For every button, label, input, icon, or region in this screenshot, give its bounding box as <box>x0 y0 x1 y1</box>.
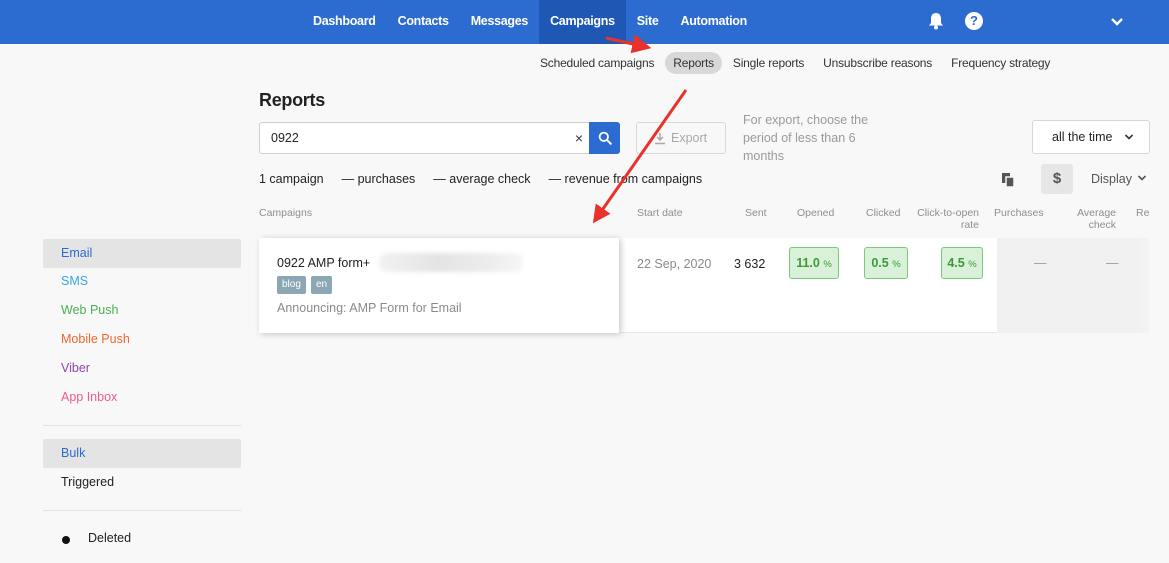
sub-navigation: Scheduled campaigns Reports Single repor… <box>532 52 1061 74</box>
summary-purchases: — purchases <box>341 172 416 186</box>
export-label: Export <box>671 131 708 145</box>
tag-blog: blog <box>277 276 306 294</box>
deleted-dot-icon <box>62 536 70 544</box>
average-check-line-2: check <box>1088 219 1116 231</box>
chevron-down-icon <box>1137 175 1147 181</box>
help-icon[interactable]: ? <box>965 12 983 30</box>
subnav-scheduled-campaigns[interactable]: Scheduled campaigns <box>532 52 662 74</box>
summary-revenue: — revenue from campaigns <box>548 172 703 186</box>
click-to-open-percent: % <box>968 259 977 270</box>
period-dropdown[interactable]: all the time <box>1032 120 1150 154</box>
column-header-revenue[interactable]: Re <box>1136 207 1149 219</box>
summary-bar: 1 campaign — purchases — average check —… <box>259 172 720 186</box>
sidebar-item-deleted[interactable]: Deleted <box>88 531 131 545</box>
nav-messages[interactable]: Messages <box>460 0 539 44</box>
sidebar-item-triggered[interactable]: Triggered <box>43 468 241 497</box>
page-title: Reports <box>259 90 325 110</box>
campaign-name: 0922 AMP form+ <box>277 256 371 270</box>
row-revenue-section <box>997 238 1149 333</box>
export-button[interactable]: Export <box>636 122 726 154</box>
revenue-toggle-button[interactable]: $ <box>1041 164 1073 194</box>
redacted-email <box>379 253 523 272</box>
column-header-click-to-open[interactable]: Click-to-open rate <box>915 207 979 231</box>
sidebar-divider <box>43 425 241 426</box>
column-header-average-check[interactable]: Average check <box>1070 207 1116 231</box>
average-check-line-1: Average <box>1077 207 1116 219</box>
display-label: Display <box>1091 172 1132 186</box>
click-to-open-line-1: Click-to-open <box>917 207 979 219</box>
sidebar-item-mobile-push[interactable]: Mobile Push <box>43 325 241 354</box>
nav-contacts[interactable]: Contacts <box>387 0 460 44</box>
sidebar-item-app-inbox[interactable]: App Inbox <box>43 383 241 412</box>
subnav-frequency-strategy[interactable]: Frequency strategy <box>943 52 1058 74</box>
click-to-open-line-2: rate <box>960 219 979 231</box>
clicked-value: 0.5 <box>871 256 889 270</box>
column-header-purchases[interactable]: Purchases <box>994 207 1044 219</box>
sidebar-item-sms[interactable]: SMS <box>43 267 241 296</box>
column-header-opened[interactable]: Opened <box>797 207 834 219</box>
click-to-open-badge[interactable]: 4.5 % <box>941 247 983 279</box>
clear-search-icon[interactable]: × <box>572 129 586 147</box>
search-box: × <box>259 122 620 154</box>
column-header-sent[interactable]: Sent <box>745 207 767 219</box>
export-note: For export, choose the period of less th… <box>743 113 869 163</box>
search-icon <box>598 131 612 145</box>
search-button[interactable] <box>589 122 620 154</box>
purchases-cell: — <box>1034 256 1047 270</box>
nav-campaigns[interactable]: Campaigns <box>539 0 626 44</box>
download-icon <box>655 133 665 145</box>
main-nav: Dashboard Contacts Messages Campaigns Si… <box>302 0 758 44</box>
display-dropdown[interactable]: Display <box>1091 172 1147 186</box>
clicked-badge[interactable]: 0.5 % <box>864 247 908 279</box>
column-header-clicked[interactable]: Clicked <box>866 207 900 219</box>
campaign-card[interactable]: 0922 AMP form+ blog en Announcing: AMP F… <box>259 238 619 333</box>
column-header-campaigns[interactable]: Campaigns <box>259 207 312 219</box>
period-label: all the time <box>1052 130 1113 144</box>
search-input[interactable] <box>260 123 570 153</box>
sidebar-item-viber[interactable]: Viber <box>43 354 241 383</box>
average-check-cell: — <box>1106 256 1119 270</box>
click-to-open-value: 4.5 <box>947 256 965 270</box>
nav-site[interactable]: Site <box>626 0 670 44</box>
sidebar-item-bulk[interactable]: Bulk <box>43 439 241 468</box>
start-date-cell: 22 Sep, 2020 <box>637 257 712 271</box>
subnav-unsubscribe-reasons[interactable]: Unsubscribe reasons <box>815 52 940 74</box>
bell-icon[interactable] <box>928 12 944 30</box>
summary-average-check: — average check <box>433 172 531 186</box>
subnav-single-reports[interactable]: Single reports <box>725 52 812 74</box>
chevron-down-icon[interactable] <box>1110 16 1124 28</box>
chevron-down-icon <box>1124 134 1134 140</box>
summary-campaigns: 1 campaign <box>259 172 324 186</box>
top-navigation-bar: Dashboard Contacts Messages Campaigns Si… <box>0 0 1169 44</box>
opened-value: 11.0 <box>796 256 820 270</box>
sidebar-divider <box>43 510 241 511</box>
sent-cell: 3 632 <box>734 257 766 271</box>
opened-percent: % <box>823 259 832 270</box>
nav-automation[interactable]: Automation <box>669 0 757 44</box>
subnav-reports[interactable]: Reports <box>665 52 722 74</box>
table-fade-overlay <box>1132 238 1169 333</box>
copy-icon[interactable] <box>1001 172 1015 188</box>
tag-en: en <box>311 276 333 294</box>
campaign-subject: Announcing: AMP Form for Email <box>277 301 462 315</box>
clicked-percent: % <box>892 259 901 270</box>
nav-dashboard[interactable]: Dashboard <box>302 0 387 44</box>
sidebar-item-email[interactable]: Email <box>43 239 241 268</box>
column-header-start-date[interactable]: Start date <box>637 207 683 219</box>
sidebar-item-web-push[interactable]: Web Push <box>43 296 241 325</box>
opened-badge[interactable]: 11.0 % <box>789 247 839 279</box>
